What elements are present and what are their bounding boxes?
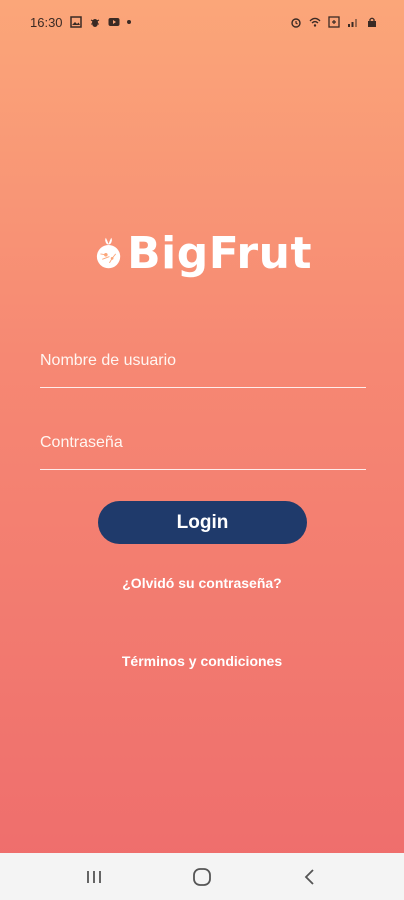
battery-saver-icon bbox=[328, 16, 340, 28]
password-input[interactable] bbox=[40, 426, 366, 469]
lock-icon bbox=[368, 17, 376, 27]
status-left: 16:30 bbox=[30, 15, 131, 30]
image-icon bbox=[69, 16, 82, 28]
recents-icon[interactable] bbox=[84, 867, 104, 887]
bigfrut-logo: BigFrut bbox=[96, 210, 312, 296]
status-bar: 16:30 bbox=[0, 0, 404, 44]
youtube-icon bbox=[108, 18, 120, 26]
forgot-password-link[interactable]: ¿Olvidó su contraseña? bbox=[0, 575, 404, 591]
terms-link[interactable]: Términos y condiciones bbox=[0, 653, 404, 669]
back-icon[interactable] bbox=[300, 867, 320, 887]
fruit-logo-icon bbox=[96, 237, 121, 269]
username-field[interactable] bbox=[40, 344, 366, 388]
bug-icon bbox=[90, 19, 99, 27]
username-input[interactable] bbox=[40, 344, 366, 387]
password-field[interactable] bbox=[40, 426, 366, 470]
signal-icon bbox=[348, 19, 357, 27]
notification-dot bbox=[126, 20, 131, 24]
home-icon[interactable] bbox=[191, 866, 213, 888]
navigation-bar bbox=[0, 853, 404, 900]
status-time: 16:30 bbox=[30, 14, 63, 30]
wifi-icon bbox=[309, 17, 321, 27]
logo-text: BigFrut bbox=[127, 227, 312, 279]
login-button[interactable]: Login bbox=[98, 501, 307, 544]
status-right bbox=[290, 16, 378, 28]
alarm-icon bbox=[291, 18, 301, 28]
